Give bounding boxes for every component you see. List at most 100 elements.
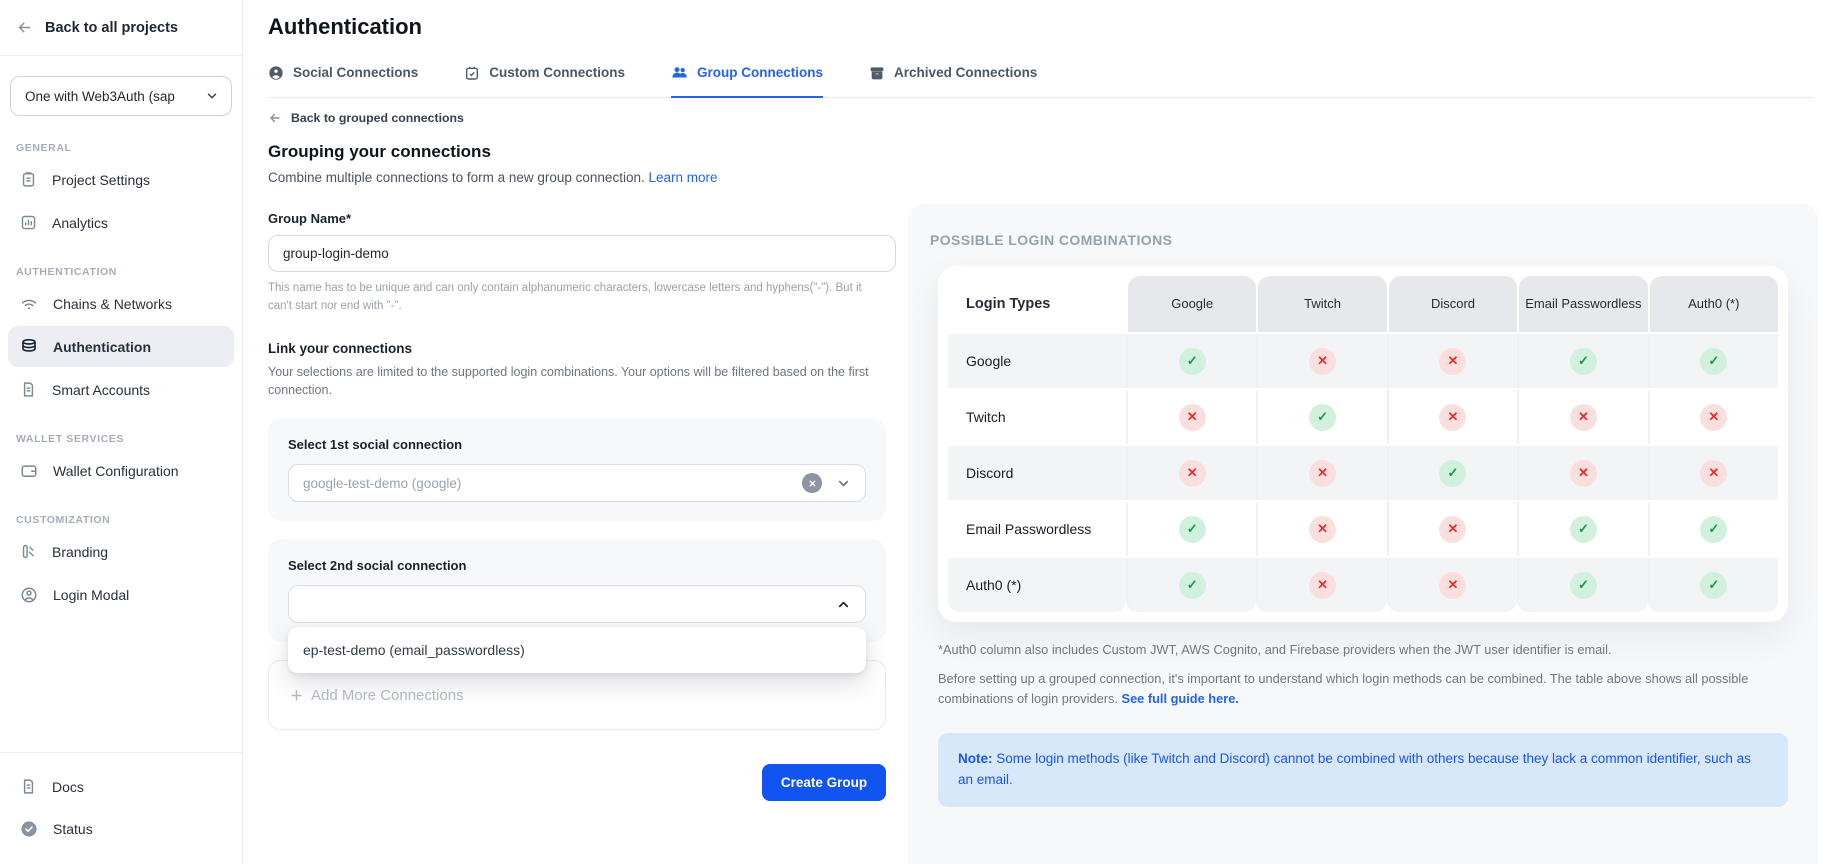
learn-more-link[interactable]: Learn more: [648, 170, 717, 185]
tab-label: Archived Connections: [894, 65, 1037, 80]
table-header-cell: Twitch: [1258, 276, 1386, 332]
table-row-label: Twitch: [948, 390, 1126, 444]
select-1st-value: google-test-demo (google): [303, 476, 802, 491]
archive-icon: [869, 65, 885, 81]
tab-label: Group Connections: [697, 65, 823, 80]
table-header-cell: Google: [1128, 276, 1256, 332]
select-1st-label: Select 1st social connection: [288, 437, 866, 452]
sidebar-section-general: GENERAL: [16, 142, 226, 154]
sidebar-item-label: Docs: [52, 779, 84, 795]
tab-custom-connections[interactable]: Custom Connections: [464, 64, 625, 98]
chevron-down-icon: [205, 89, 219, 103]
table-cell: ✓: [1389, 446, 1517, 500]
project-selector[interactable]: One with Web3Auth (sap: [10, 76, 232, 116]
sidebar-item-label: Login Modal: [53, 587, 129, 603]
back-to-grouped-connections-link[interactable]: Back to grouped connections: [268, 111, 943, 125]
sidebar-section-wallet-services: WALLET SERVICES: [16, 433, 226, 445]
clear-icon[interactable]: [802, 473, 822, 493]
clipboard-icon: [20, 171, 37, 188]
table-cell: ✓: [1519, 558, 1647, 612]
branding-icon: [20, 543, 37, 560]
check-icon: ✓: [1570, 516, 1597, 543]
combinations-title: POSSIBLE LOGIN COMBINATIONS: [930, 232, 1796, 248]
main-content: Authentication Social Connections Custom…: [243, 0, 943, 864]
table-header-cell: Auth0 (*): [1650, 276, 1778, 332]
first-connection-card: Select 1st social connection google-test…: [268, 418, 886, 521]
cross-icon: ✕: [1570, 404, 1597, 431]
sidebar-item-status[interactable]: Status: [8, 808, 234, 849]
chevron-down-icon[interactable]: [836, 476, 851, 491]
sidebar-item-analytics[interactable]: Analytics: [8, 202, 234, 243]
tab-archived-connections[interactable]: Archived Connections: [869, 64, 1037, 98]
document-icon: [20, 778, 37, 795]
back-to-projects-link[interactable]: Back to all projects: [0, 0, 242, 56]
combinations-card: Login TypesGoogleTwitchDiscordEmail Pass…: [938, 266, 1788, 622]
create-group-button[interactable]: Create Group: [762, 764, 886, 801]
note-box: Note: Some login methods (like Twitch an…: [938, 733, 1788, 807]
guide-footnote: Before setting up a grouped connection, …: [938, 669, 1788, 709]
sidebar-item-authentication[interactable]: Authentication: [8, 326, 234, 367]
back-to-projects-label: Back to all projects: [45, 20, 178, 36]
sidebar-item-docs[interactable]: Docs: [8, 766, 234, 807]
table-cell: ✕: [1519, 390, 1647, 444]
table-cell: ✕: [1389, 390, 1517, 444]
table-cell: ✓: [1519, 334, 1647, 388]
badge-icon: [464, 65, 480, 81]
sidebar-item-label: Smart Accounts: [52, 382, 150, 398]
table-cell: ✓: [1258, 390, 1386, 444]
cross-icon: ✕: [1700, 404, 1727, 431]
table-cell: ✕: [1519, 446, 1647, 500]
wallet-icon: [20, 462, 38, 480]
connection-dropdown: ep-test-demo (email_passwordless): [288, 627, 866, 673]
check-icon: ✓: [1700, 348, 1727, 375]
sidebar-item-project-settings[interactable]: Project Settings: [8, 159, 234, 200]
bar-chart-icon: [20, 214, 37, 231]
table-header-cell: Login Types: [948, 276, 1126, 332]
note-label: Note:: [958, 751, 993, 766]
tab-label: Custom Connections: [489, 65, 625, 80]
add-more-label: Add More Connections: [311, 687, 464, 704]
group-people-icon: [671, 64, 688, 81]
sidebar: Back to all projects One with Web3Auth (…: [0, 0, 243, 864]
tab-group-connections[interactable]: Group Connections: [671, 64, 823, 98]
sidebar-item-branding[interactable]: Branding: [8, 531, 234, 572]
group-name-input[interactable]: [268, 235, 896, 272]
cross-icon: ✕: [1439, 516, 1466, 543]
sidebar-item-wallet-configuration[interactable]: Wallet Configuration: [8, 450, 234, 491]
sidebar-item-label: Project Settings: [52, 172, 150, 188]
see-full-guide-link[interactable]: See full guide here.: [1122, 691, 1239, 706]
project-name: One with Web3Auth (sap: [25, 89, 205, 104]
select-2nd-label: Select 2nd social connection: [288, 558, 866, 573]
sidebar-item-label: Wallet Configuration: [53, 463, 179, 479]
sidebar-item-chains-networks[interactable]: Chains & Networks: [8, 283, 234, 324]
sidebar-item-label: Authentication: [53, 339, 151, 355]
plus-icon: [289, 688, 304, 703]
sidebar-item-smart-accounts[interactable]: Smart Accounts: [8, 369, 234, 410]
sidebar-item-label: Chains & Networks: [53, 296, 172, 312]
group-connection-form: Grouping your connections Combine multip…: [268, 142, 896, 801]
tab-label: Social Connections: [293, 65, 418, 80]
tab-social-connections[interactable]: Social Connections: [268, 64, 418, 98]
form-subheading: Combine multiple connections to form a n…: [268, 170, 645, 185]
check-icon: ✓: [1700, 572, 1727, 599]
table-cell: ✕: [1389, 558, 1517, 612]
dropdown-option-ep-test-demo[interactable]: ep-test-demo (email_passwordless): [288, 640, 866, 660]
cross-icon: ✕: [1309, 572, 1336, 599]
table-cell: ✕: [1650, 446, 1778, 500]
page-title: Authentication: [268, 14, 943, 40]
cross-icon: ✕: [1439, 348, 1466, 375]
cross-icon: ✕: [1700, 460, 1727, 487]
auth0-footnote: *Auth0 column also includes Custom JWT, …: [938, 642, 1788, 657]
chevron-up-icon[interactable]: [836, 597, 851, 612]
table-cell: ✕: [1258, 446, 1386, 500]
link-connections-heading: Link your connections: [268, 341, 896, 356]
sidebar-item-login-modal[interactable]: Login Modal: [8, 574, 234, 615]
table-cell: ✓: [1650, 558, 1778, 612]
table-cell: ✕: [1128, 446, 1256, 500]
select-2nd-connection[interactable]: [288, 585, 866, 623]
table-row-label: Discord: [948, 446, 1126, 500]
table-cell: ✕: [1258, 558, 1386, 612]
table-row-label: Auth0 (*): [948, 558, 1126, 612]
sidebar-item-label: Branding: [52, 544, 108, 560]
select-1st-connection[interactable]: google-test-demo (google): [288, 464, 866, 502]
